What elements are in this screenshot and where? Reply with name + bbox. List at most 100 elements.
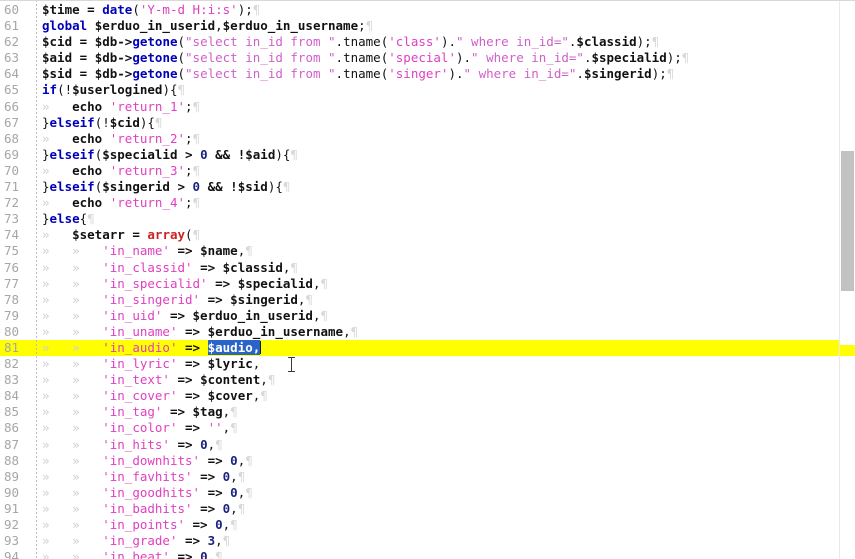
code-token: => [177,436,201,452]
code-token: 'in_points' [102,517,193,532]
code-line[interactable]: 71}elseif($singerid > 0 && !$sid){¶ [0,179,840,195]
code-line[interactable]: 65 if(!$userlogined){¶ [0,82,840,98]
code-line[interactable]: 87 » » 'in_hits' => 0,¶ [0,437,840,453]
tab-marker-icon: » [72,436,103,452]
code-line[interactable]: 80 » » 'in_uname' => $erduo_in_username,¶ [0,324,840,340]
code-token: => [192,517,216,532]
code-line[interactable]: 66 » echo 'return_1';¶ [0,99,840,115]
code-lines-container[interactable]: 60 $time = date('Y-m-d H:i:s');¶ 61 global … [0,2,840,559]
code-token: $cid [109,114,140,130]
tab-marker-icon: » [42,339,73,355]
code-token: 'in_uname' [102,323,186,339]
line-number: 60 [4,2,20,17]
end-of-line-marker-icon: ¶ [290,146,298,162]
tab-marker-icon: » [72,372,103,388]
code-token: 'in_beat' [102,549,178,559]
code-line[interactable]: 75 » » 'in_name' => $name,¶ [0,243,840,259]
code-line[interactable]: 70 » echo 'return_3';¶ [0,163,840,179]
code-line-text: if(!$userlogined){¶ [42,82,185,98]
line-number: 80 [4,323,20,339]
code-line-text: » » 'in_color' => '',¶ [42,420,238,436]
code-line[interactable]: 72 » echo 'return_4';¶ [0,195,840,211]
end-of-line-marker-icon: ¶ [245,484,253,500]
code-line-text: » » 'in_grade' => 3,¶ [42,533,230,549]
code-line[interactable]: 77 » » 'in_specialid' => $specialid,¶ [0,276,840,292]
code-token: = [87,2,103,17]
code-line[interactable]: 67}elseif(!$cid){¶ [0,115,840,131]
code-line[interactable]: 93 » » 'in_grade' => 3,¶ [0,533,840,549]
code-line[interactable]: 81 » » 'in_audio' => $audio, [0,339,840,357]
line-number: 88 [4,452,20,468]
code-line[interactable]: 62 $cid = $db->getone("select in_id from … [0,34,840,50]
scrollbar-thumb[interactable] [841,151,854,291]
code-token: 0 [230,452,238,468]
code-token: " where in_id=" [456,34,569,50]
code-line-text: }elseif($singerid > 0 && !$sid){¶ [42,179,290,195]
line-number: 64 [4,66,20,82]
code-token: $cid [42,34,80,50]
code-token: } [42,146,50,162]
code-token: echo [72,195,110,211]
code-token: -> [117,50,133,66]
line-number: 87 [4,436,20,452]
code-line[interactable]: 82 » » 'in_lyric' => $lyric, [0,356,840,372]
code-token: $userlogined [72,82,163,98]
code-line[interactable]: 88 » » 'in_downhits' => 0,¶ [0,453,840,469]
scrollbar-track-bottom[interactable] [840,291,855,559]
code-token: 'return_3' [109,162,186,178]
code-line-text: » » 'in_lyric' => $lyric, [42,356,260,372]
code-token: } [42,211,50,227]
code-line[interactable]: 84 » » 'in_cover' => $cover,¶ [0,388,840,404]
tab-marker-icon: » [72,259,103,275]
code-line[interactable]: 61 global $erduo_in_userid,$erduo_in_user… [0,18,840,34]
scrollbar-track-top[interactable] [840,1,855,151]
code-token: . [335,66,344,82]
line-number: 69 [4,146,20,162]
code-line[interactable]: 90 » » 'in_goodhits' => 0,¶ [0,485,840,501]
code-line[interactable]: 85 » » 'in_tag' => $tag,¶ [0,404,840,420]
tab-marker-icon: » [42,436,73,452]
end-of-line-marker-icon: ¶ [320,275,329,291]
code-line[interactable]: 78 » » 'in_singerid' => $singerid,¶ [0,292,840,308]
code-token: ( [177,50,186,66]
code-token: 'in_cover' [102,388,186,404]
code-line[interactable]: 79 » » 'in_uid' => $erduo_in_userid,¶ [0,308,840,324]
code-token: => [200,259,223,275]
code-line[interactable]: 74 » $setarr = array(¶ [0,227,840,243]
code-token: 0 [230,484,238,500]
code-token: } [42,179,50,195]
code-line[interactable]: 94 » » 'in_beat' => 0,¶ [0,549,840,559]
code-token: => [185,420,208,436]
code-token: => [169,404,193,420]
code-token: -> [117,66,133,82]
code-token: getone [132,34,178,50]
code-editor[interactable]: 60 $time = date('Y-m-d H:i:s');¶ 61 global … [0,0,855,559]
code-token: , [343,323,351,339]
code-line[interactable]: 83 » » 'in_text' => $content,¶ [0,372,840,388]
code-token: 'return_1' [109,98,186,114]
code-token: ( [185,227,193,243]
code-token: && ! [200,179,238,195]
code-line[interactable]: 69}elseif($specialid > 0 && !$aid){¶ [0,147,840,163]
code-token: $singerid [230,291,298,307]
code-token: ( [177,34,186,50]
code-line[interactable]: 91 » » 'in_badhits' => 0,¶ [0,501,840,517]
code-line[interactable]: 86 » » 'in_color' => '',¶ [0,420,840,436]
tab-marker-icon: » [42,452,73,468]
code-token: 'in_uid' [102,307,170,323]
tab-marker-icon: » [72,500,103,516]
code-line[interactable]: 76 » » 'in_classid' => $classid,¶ [0,260,840,276]
line-number: 72 [4,195,20,211]
code-line[interactable]: 92 » » 'in_points' => 0,¶ [0,517,840,533]
code-line[interactable]: 60 $time = date('Y-m-d H:i:s');¶ [0,2,840,18]
code-line[interactable]: 63 $aid = $db->getone("select in_id from … [0,50,840,66]
code-line[interactable]: 68 » echo 'return_2';¶ [0,131,840,147]
code-line[interactable]: 64 $sid = $db->getone("select in_id from … [0,66,840,82]
code-token: . [456,66,464,82]
vertical-scrollbar[interactable] [839,1,855,559]
code-token: $db [94,50,118,66]
code-line[interactable]: 89 » » 'in_favhits' => 0,¶ [0,469,840,485]
line-number: 93 [4,533,20,549]
code-token: , [207,549,216,559]
code-line[interactable]: 73}else{¶ [0,211,840,227]
